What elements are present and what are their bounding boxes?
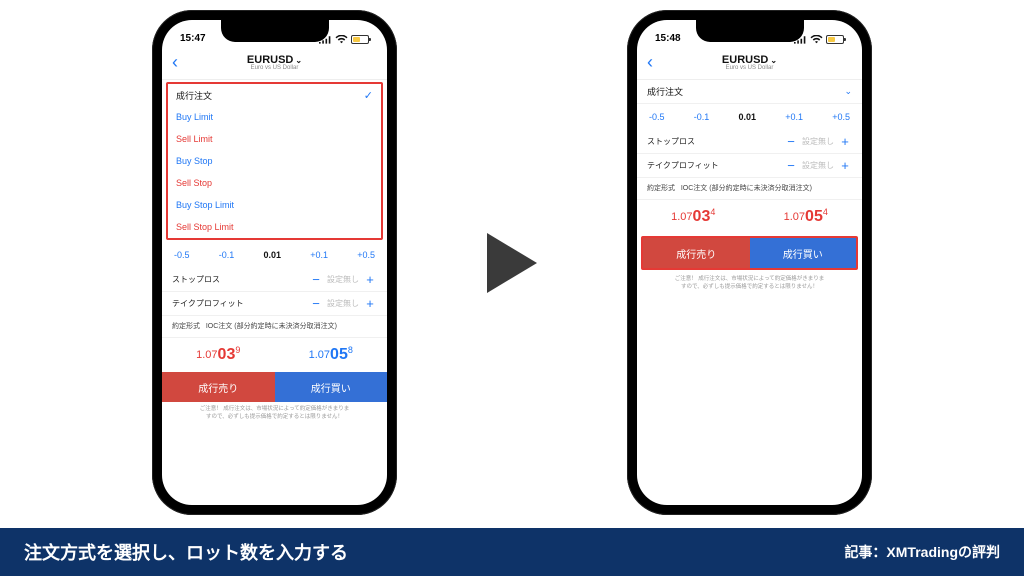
take-profit-row: テイクプロフィット − 設定無し +: [637, 154, 862, 178]
fill-policy-row[interactable]: 約定形式 IOC注文 (部分約定時に未決済分取消注文): [637, 178, 862, 200]
phone-right: 15:48 ‹ EURUSD⌄ Euro vs US Dollar 成行注文 ⌄: [627, 10, 872, 515]
check-icon: ✓: [364, 89, 373, 102]
battery-icon: [826, 35, 844, 44]
back-button[interactable]: ‹: [647, 52, 653, 73]
disclaimer: ご注意！ 成行注文は、市場状況によって約定価格がきまりま すので、必ずしも提示価…: [637, 272, 862, 295]
tp-minus[interactable]: −: [784, 158, 798, 173]
order-type-buy-stop-limit[interactable]: Buy Stop Limit: [168, 194, 381, 216]
order-type-buy-limit[interactable]: Buy Limit: [168, 106, 381, 128]
lot-plus-01[interactable]: +0.1: [310, 250, 328, 260]
trade-buttons: 成行売り 成行買い: [643, 238, 856, 268]
sell-button[interactable]: 成行売り: [162, 372, 275, 402]
trade-buttons: 成行売り 成行買い: [162, 372, 387, 402]
battery-icon: [351, 35, 369, 44]
screen-right: 15:48 ‹ EURUSD⌄ Euro vs US Dollar 成行注文 ⌄: [637, 20, 862, 505]
fill-value: IOC注文 (部分約定時に未決済分取消注文): [681, 185, 812, 192]
symbol-selector[interactable]: EURUSD⌄ Euro vs US Dollar: [637, 54, 862, 71]
order-type-market[interactable]: 成行注文 ✓: [168, 84, 381, 106]
fill-value: IOC注文 (部分約定時に未決済分取消注文): [206, 323, 337, 330]
sl-minus[interactable]: −: [309, 272, 323, 287]
phone-notch: [696, 20, 804, 42]
order-type-label: 成行注文: [647, 85, 683, 98]
caption-bar: 注文方式を選択し、ロット数を入力する 記事：XMTradingの評判: [0, 528, 1024, 576]
symbol-subtitle: Euro vs US Dollar: [637, 65, 862, 71]
symbol-subtitle: Euro vs US Dollar: [162, 65, 387, 71]
lot-minus-01[interactable]: -0.1: [694, 112, 710, 122]
buy-button[interactable]: 成行買い: [275, 372, 388, 402]
stop-loss-label: ストップロス: [647, 136, 784, 147]
sl-plus[interactable]: +: [363, 272, 377, 287]
nav-bar: ‹ EURUSD⌄ Euro vs US Dollar: [162, 46, 387, 80]
fill-policy-row[interactable]: 約定形式 IOC注文 (部分約定時に未決済分取消注文): [162, 316, 387, 338]
sl-value[interactable]: 設定無し: [798, 136, 838, 147]
content-left: 成行注文 ✓ Buy Limit Sell Limit Buy Stop Sel…: [162, 80, 387, 505]
wifi-icon: [335, 35, 348, 44]
lot-stepper: -0.5 -0.1 0.01 +0.1 +0.5: [637, 104, 862, 130]
caption-title: 注文方式を選択し、ロット数を入力する: [24, 539, 348, 565]
content-right: 成行注文 ⌄ -0.5 -0.1 0.01 +0.1 +0.5 ストップロス −…: [637, 80, 862, 505]
fill-label: 約定形式: [172, 323, 200, 330]
nav-bar: ‹ EURUSD⌄ Euro vs US Dollar: [637, 46, 862, 80]
tp-value[interactable]: 設定無し: [323, 298, 363, 309]
status-time: 15:48: [655, 33, 681, 44]
trade-buttons-highlight: 成行売り 成行買い: [641, 236, 858, 270]
lot-minus-01[interactable]: -0.1: [219, 250, 235, 260]
lot-stepper: -0.5 -0.1 0.01 +0.1 +0.5: [162, 242, 387, 268]
order-type-sell-stop[interactable]: Sell Stop: [168, 172, 381, 194]
sl-minus[interactable]: −: [784, 134, 798, 149]
sl-value[interactable]: 設定無し: [323, 274, 363, 285]
lot-minus-05[interactable]: -0.5: [649, 112, 665, 122]
tp-plus[interactable]: +: [363, 296, 377, 311]
lot-plus-05[interactable]: +0.5: [832, 112, 850, 122]
sl-plus[interactable]: +: [838, 134, 852, 149]
take-profit-label: テイクプロフィット: [647, 160, 784, 171]
order-type-sell-limit[interactable]: Sell Limit: [168, 128, 381, 150]
chevron-down-icon: ⌄: [295, 56, 302, 65]
order-type-market-label: 成行注文: [176, 89, 212, 102]
lot-current[interactable]: 0.01: [263, 250, 281, 260]
stage: 15:47 ‹ EURUSD⌄ Euro vs US Dollar 成行注文: [0, 0, 1024, 525]
back-button[interactable]: ‹: [172, 52, 178, 73]
chevron-down-icon: ⌄: [770, 56, 777, 65]
status-time: 15:47: [180, 33, 206, 44]
tp-value[interactable]: 設定無し: [798, 160, 838, 171]
tp-plus[interactable]: +: [838, 158, 852, 173]
bid-price: 1.07039: [162, 338, 275, 372]
stop-loss-row: ストップロス − 設定無し +: [637, 130, 862, 154]
price-panel: 1.07034 1.07054: [637, 200, 862, 234]
wifi-icon: [810, 35, 823, 44]
take-profit-label: テイクプロフィット: [172, 298, 309, 309]
order-type-selector[interactable]: 成行注文 ⌄: [637, 80, 862, 104]
lot-plus-01[interactable]: +0.1: [785, 112, 803, 122]
bid-price: 1.07034: [637, 200, 750, 234]
status-indicators: [794, 35, 844, 44]
order-type-sell-stop-limit[interactable]: Sell Stop Limit: [168, 216, 381, 238]
sell-button[interactable]: 成行売り: [643, 238, 750, 268]
order-type-buy-stop[interactable]: Buy Stop: [168, 150, 381, 172]
disclaimer: ご注意！ 成行注文は、市場状況によって約定価格がきまりま すので、必ずしも提示価…: [162, 402, 387, 425]
chevron-down-icon: ⌄: [844, 86, 852, 97]
arrow-icon: [477, 223, 547, 303]
take-profit-row: テイクプロフィット − 設定無し +: [162, 292, 387, 316]
lot-current[interactable]: 0.01: [738, 112, 756, 122]
stop-loss-row: ストップロス − 設定無し +: [162, 268, 387, 292]
lot-minus-05[interactable]: -0.5: [174, 250, 190, 260]
price-panel: 1.07039 1.07058: [162, 338, 387, 372]
buy-button[interactable]: 成行買い: [750, 238, 857, 268]
phone-left: 15:47 ‹ EURUSD⌄ Euro vs US Dollar 成行注文: [152, 10, 397, 515]
lot-plus-05[interactable]: +0.5: [357, 250, 375, 260]
phone-notch: [221, 20, 329, 42]
order-type-highlight: 成行注文 ✓ Buy Limit Sell Limit Buy Stop Sel…: [166, 82, 383, 240]
status-indicators: [319, 35, 369, 44]
screen-left: 15:47 ‹ EURUSD⌄ Euro vs US Dollar 成行注文: [162, 20, 387, 505]
ask-price: 1.07058: [275, 338, 388, 372]
ask-price: 1.07054: [750, 200, 863, 234]
fill-label: 約定形式: [647, 185, 675, 192]
caption-source: 記事：XMTradingの評判: [844, 542, 1000, 562]
tp-minus[interactable]: −: [309, 296, 323, 311]
symbol-selector[interactable]: EURUSD⌄ Euro vs US Dollar: [162, 54, 387, 71]
stop-loss-label: ストップロス: [172, 274, 309, 285]
